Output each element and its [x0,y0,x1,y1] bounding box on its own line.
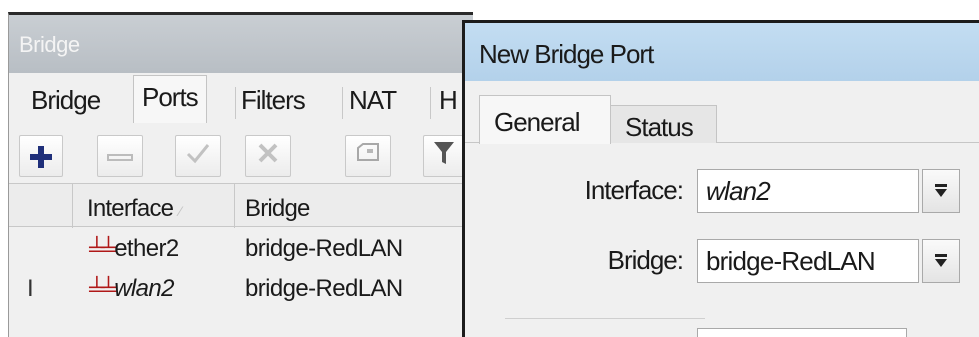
cross-icon [256,141,280,172]
tab-status[interactable]: Status [611,105,717,143]
tab-bridge[interactable]: Bridge [31,81,101,121]
tab-divider [235,87,236,119]
bridge-toolbar [9,123,473,177]
dropdown-arrow-icon [934,253,948,269]
bridge-window-title: Bridge [9,15,473,73]
tab-divider [342,87,343,119]
partial-field[interactable] [697,328,907,337]
row-interface: ╧╧wlan2 [89,267,235,307]
filter-button[interactable] [423,135,463,177]
tab-hosts[interactable]: H [439,81,458,121]
section-divider [505,318,705,319]
bridge-field[interactable]: bridge-RedLAN [697,239,919,283]
bridge-dropdown-button[interactable] [922,239,960,283]
dropdown-arrow-icon [934,183,948,199]
check-icon [185,142,211,171]
row-bridge: bridge-RedLAN [245,275,403,302]
table-header: Interface ⁄ Bridge [9,183,469,228]
comment-icon [354,142,382,171]
row-interface: ╧╧ether2 [89,227,235,267]
row-flag: I [27,275,34,302]
remove-icon [107,142,133,170]
add-button[interactable] [19,135,63,177]
filter-icon [432,140,456,173]
bridge-column-label: Bridge [245,195,310,222]
enable-button[interactable] [175,135,221,177]
dialog-title: New Bridge Port [465,23,979,81]
new-bridge-port-dialog: New Bridge Port General Status Interface… [462,20,979,337]
table-row[interactable]: ╧╧ether2 bridge-RedLAN [9,227,469,267]
flag-column-header [9,184,73,228]
bridge-window: Bridge Bridge Ports Filters NAT H Interf… [8,12,473,337]
tab-ports[interactable]: Ports [133,75,207,123]
bridge-tab-bar: Bridge Ports Filters NAT H [9,73,473,123]
sort-icon: ⁄ [179,203,181,219]
interface-dropdown-button[interactable] [922,169,960,213]
dialog-tab-bar: General Status [465,81,979,144]
row-interface-name: ether2 [114,235,179,262]
comment-button[interactable] [345,135,391,177]
interface-label: Interface: [584,175,684,205]
row-flag [27,227,67,267]
disable-button[interactable] [245,135,291,177]
tab-filters[interactable]: Filters [241,81,306,121]
interface-column-label: Interface [87,195,174,222]
interface-field[interactable]: wlan2 [697,169,919,213]
tab-nat[interactable]: NAT [349,81,397,121]
bridge-label: Bridge: [607,245,684,275]
row-interface-name: wlan2 [114,275,174,302]
interface-column-header[interactable]: Interface ⁄ [73,184,235,228]
remove-button[interactable] [97,135,143,177]
row-bridge: bridge-RedLAN [245,235,403,262]
bridge-port-icon: ╧╧ [89,236,116,261]
bridge-column-header[interactable]: Bridge [235,184,469,228]
add-icon [29,134,53,179]
tab-divider [430,87,431,119]
bridge-port-icon: ╧╧ [89,276,116,301]
table-row[interactable]: I ╧╧wlan2 bridge-RedLAN [9,267,469,307]
tab-general[interactable]: General [479,95,611,144]
